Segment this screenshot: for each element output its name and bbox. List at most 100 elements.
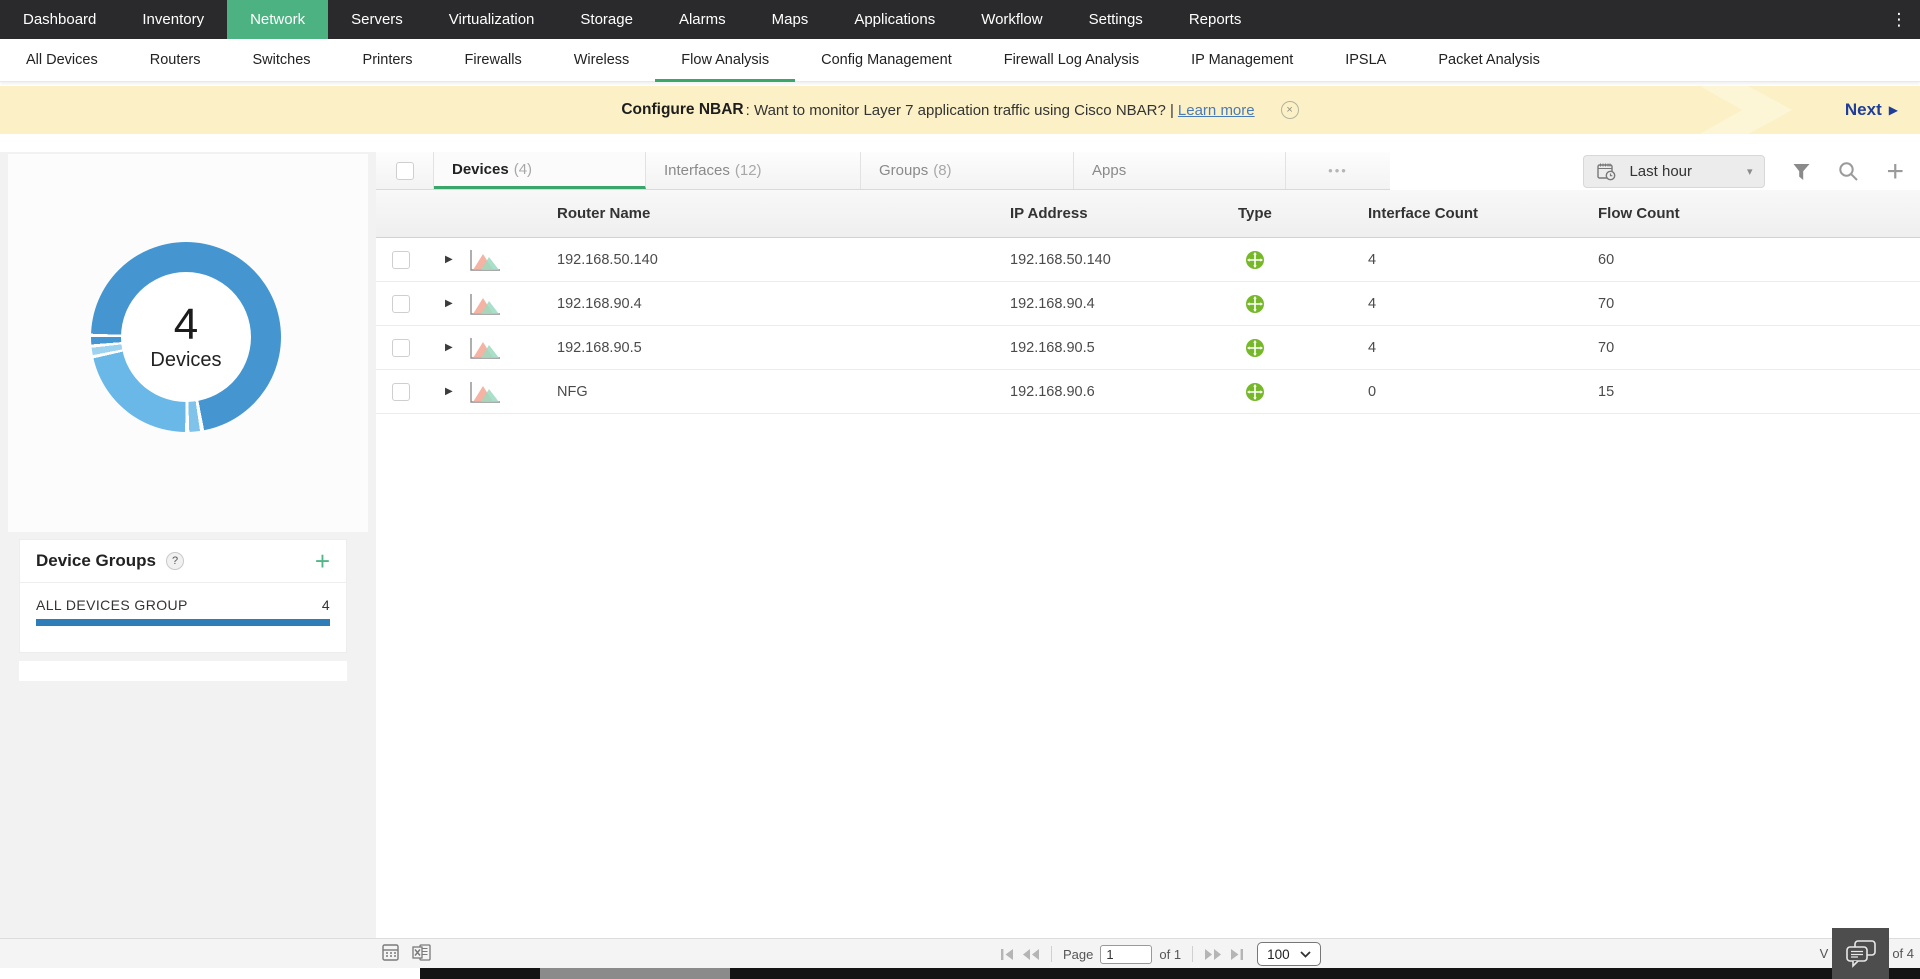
flow-count: 70 [1598,340,1615,356]
subnav-all-devices[interactable]: All Devices [0,39,124,82]
page-total: of 1 [1159,946,1182,962]
traffic-chart-icon[interactable] [468,336,502,365]
router-name[interactable]: 192.168.50.140 [557,238,658,282]
search-icon[interactable] [1838,161,1859,182]
tab-groups[interactable]: Groups (8) [861,152,1074,189]
router-name[interactable]: 192.168.90.4 [557,282,642,326]
pagination: Page of 1 100 [1000,939,1322,969]
page-size-value: 100 [1267,946,1290,962]
group-count: 4 [321,597,330,613]
subnav-flow-analysis[interactable]: Flow Analysis [655,39,796,82]
table-row[interactable]: ▶ 192.168.90.5 192.168.90.5 4 70 [376,326,1920,370]
subnav-switches[interactable]: Switches [227,39,337,82]
nav-reports[interactable]: Reports [1166,0,1265,39]
first-page-icon[interactable] [1000,948,1015,961]
table-row[interactable]: ▶ 192.168.90.4 192.168.90.4 4 70 [376,282,1920,326]
nav-inventory[interactable]: Inventory [119,0,227,39]
row-checkbox[interactable] [392,295,410,313]
subnav-printers[interactable]: Printers [337,39,439,82]
traffic-chart-icon[interactable] [468,248,502,277]
col-ip-address[interactable]: IP Address [1010,190,1088,238]
nav-maps[interactable]: Maps [749,0,832,39]
last-page-icon[interactable] [1229,948,1244,961]
export-excel-icon[interactable] [412,944,432,962]
horizontal-scrollbar[interactable] [420,968,1920,979]
col-flow-count[interactable]: Flow Count [1598,190,1680,238]
learn-more-link[interactable]: Learn more [1178,102,1255,119]
next-button[interactable]: Next ▶ [1845,86,1898,134]
nav-dashboard[interactable]: Dashboard [0,0,119,39]
help-icon[interactable]: ? [166,552,184,570]
scrollbar-thumb[interactable] [540,968,730,979]
device-groups-title: Device Groups [36,551,156,570]
devices-donut-chart[interactable]: 4 Devices [91,242,281,432]
table-view-icon[interactable] [382,944,400,962]
chat-feedback-widget[interactable] [1832,928,1889,979]
nav-workflow[interactable]: Workflow [958,0,1065,39]
tab-apps[interactable]: Apps [1074,152,1286,189]
subnav-ip-management[interactable]: IP Management [1165,39,1319,82]
expand-caret-icon[interactable]: ▶ [445,370,453,414]
time-range-dropdown[interactable]: Last hour ▾ [1583,155,1766,188]
subnav-wireless[interactable]: Wireless [548,39,656,82]
tab-interfaces-label: Interfaces [664,162,730,179]
nav-storage[interactable]: Storage [557,0,656,39]
export-tools [382,944,432,962]
group-name: ALL DEVICES GROUP [36,597,188,613]
add-group-icon[interactable]: + [315,548,330,574]
device-tabs: Devices (4) Interfaces (12) Groups (8) A… [376,152,1390,190]
prev-page-icon[interactable] [1022,948,1040,961]
device-groups-card-footer [19,661,347,681]
nav-servers[interactable]: Servers [328,0,426,39]
table-row[interactable]: ▶ NFG 192.168.90.6 0 15 [376,370,1920,414]
router-name[interactable]: NFG [557,370,588,414]
table-footer: Page of 1 100 V of 4 [0,938,1920,968]
ip-address: 192.168.90.6 [1010,384,1095,400]
expand-caret-icon[interactable]: ▶ [445,326,453,370]
nav-network[interactable]: Network [227,0,329,39]
nav-alarms[interactable]: Alarms [656,0,749,39]
traffic-chart-icon[interactable] [468,292,502,321]
subnav-ipsla[interactable]: IPSLA [1319,39,1412,82]
nav-virtualization[interactable]: Virtualization [426,0,558,39]
tab-interfaces[interactable]: Interfaces (12) [646,152,861,189]
calendar-clock-icon [1596,161,1617,182]
subnav-firewall-log-analysis[interactable]: Firewall Log Analysis [978,39,1165,82]
kebab-menu-icon[interactable]: ⋮ [1878,0,1920,39]
tab-interfaces-count: (12) [734,162,762,179]
nav-settings[interactable]: Settings [1066,0,1166,39]
col-interface-count[interactable]: Interface Count [1368,190,1478,238]
chevron-down-icon: ▾ [1746,166,1753,178]
more-tabs-icon[interactable]: ••• [1286,152,1390,189]
router-name[interactable]: 192.168.90.5 [557,326,642,370]
subnav-config-management[interactable]: Config Management [795,39,978,82]
subnav-routers[interactable]: Routers [124,39,227,82]
table-controls: Last hour ▾ + [1583,155,1904,188]
col-router-name[interactable]: Router Name [557,190,650,238]
page-size-select[interactable]: 100 [1257,942,1322,966]
expand-caret-icon[interactable]: ▶ [445,238,453,282]
add-device-icon[interactable]: + [1886,156,1904,186]
row-checkbox[interactable] [392,339,410,357]
row-checkbox[interactable] [392,383,410,401]
row-checkbox[interactable] [392,251,410,269]
next-page-icon[interactable] [1204,948,1222,961]
traffic-chart-icon[interactable] [468,380,502,409]
nav-applications[interactable]: Applications [831,0,958,39]
expand-caret-icon[interactable]: ▶ [445,282,453,326]
record-range-suffix: of 4 [1892,946,1914,961]
col-type[interactable]: Type [1238,190,1272,238]
banner-close-icon[interactable]: × [1280,101,1299,119]
left-panel: 4 Devices Device Groups ? + ALL DEVICES … [0,152,376,938]
sub-navigation: All Devices Routers Switches Printers Fi… [0,39,1920,82]
subnav-firewalls[interactable]: Firewalls [439,39,548,82]
device-group-row[interactable]: ALL DEVICES GROUP 4 [20,583,346,626]
filter-icon[interactable] [1792,163,1811,181]
donut-device-label: Devices [150,348,222,371]
select-all-checkbox[interactable] [395,161,414,180]
tab-devices[interactable]: Devices (4) [434,152,646,189]
subnav-packet-analysis[interactable]: Packet Analysis [1412,39,1566,82]
table-row[interactable]: ▶ 192.168.50.140 192.168.50.140 4 60 [376,238,1920,282]
page-number-input[interactable] [1100,944,1153,964]
router-type-icon [1245,294,1265,319]
